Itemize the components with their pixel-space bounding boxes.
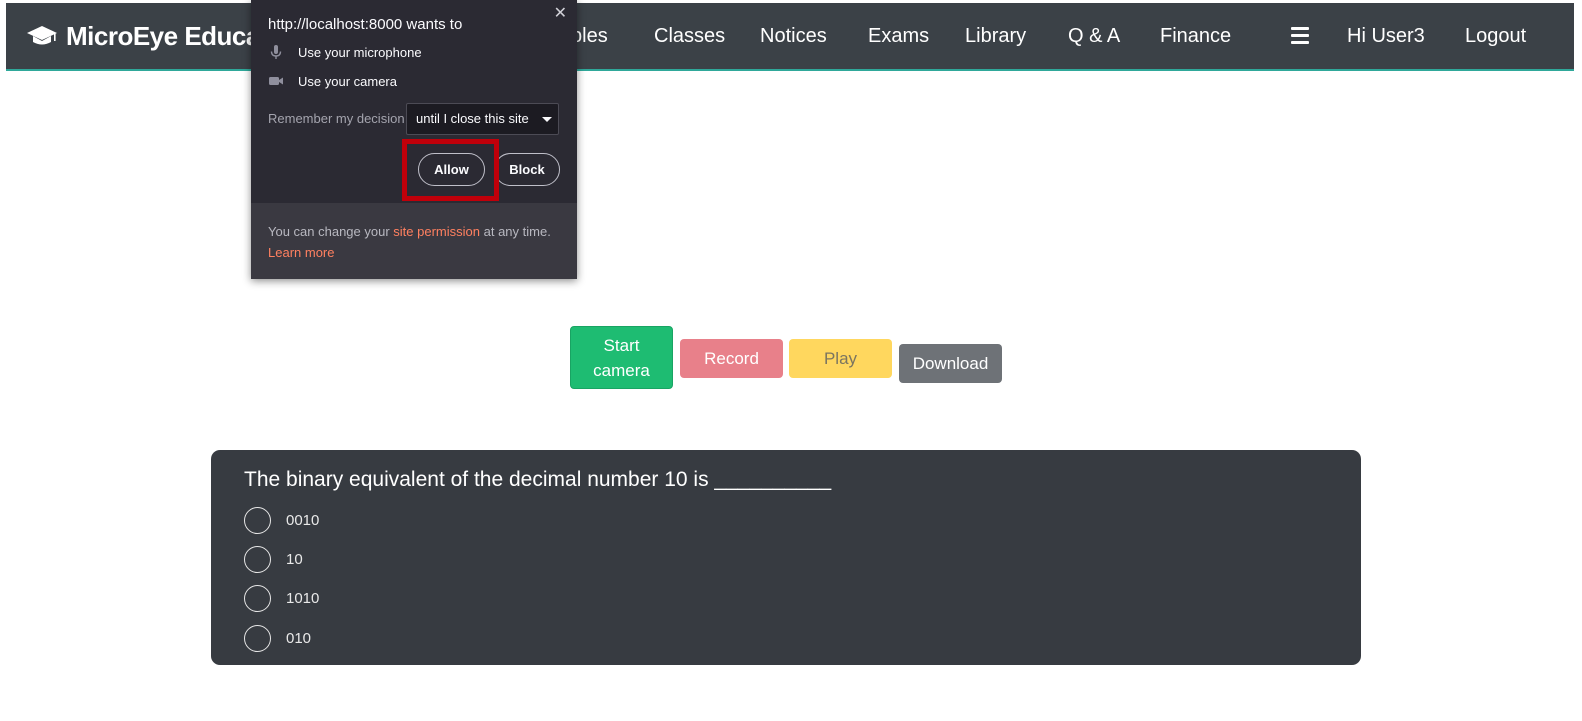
graduation-cap-icon (27, 26, 57, 45)
question-text: The binary equivalent of the decimal num… (244, 468, 832, 491)
nav-link-classes[interactable]: Classes (654, 3, 725, 69)
video-camera-icon (269, 77, 283, 85)
nav-link-notices[interactable]: Notices (760, 3, 827, 69)
camera-permission-row: Use your camera (268, 73, 397, 89)
footer-text-prefix: You can change your (268, 224, 394, 239)
start-camera-label-line1: Start (603, 335, 640, 355)
block-button[interactable]: Block (494, 153, 560, 186)
top-navbar: MicroEye Educat bles Classes Notices Exa… (6, 3, 1574, 71)
site-permission-link[interactable]: site permission (393, 224, 480, 239)
start-camera-button[interactable]: Start camera (570, 326, 673, 389)
answer-option-4[interactable]: 010 (244, 625, 311, 652)
answer-option-label: 010 (286, 630, 312, 647)
answer-option-label: 1010 (286, 590, 320, 607)
camera-label: Use your camera (298, 73, 397, 89)
answer-option-label: 10 (286, 551, 303, 568)
remember-decision-label: Remember my decision (268, 111, 405, 126)
allow-highlight-box (402, 139, 499, 201)
microphone-label: Use your microphone (298, 44, 422, 60)
record-button[interactable]: Record (680, 339, 783, 378)
microphone-permission-row: Use your microphone (268, 44, 422, 60)
chevron-down-icon (542, 117, 552, 122)
footer-text-suffix: at any time. (480, 224, 551, 239)
learn-more-link[interactable]: Learn more (268, 245, 334, 260)
close-icon[interactable]: ✕ (554, 3, 567, 23)
radio-button[interactable] (244, 585, 271, 612)
popup-title: http://localhost:8000 wants to (268, 16, 463, 33)
answer-option-label: 0010 (286, 512, 320, 529)
answer-option-2[interactable]: 10 (244, 546, 303, 573)
user-greeting[interactable]: Hi User3 (1347, 3, 1425, 69)
radio-button[interactable] (244, 546, 271, 573)
question-card: The binary equivalent of the decimal num… (211, 450, 1361, 665)
logout-link[interactable]: Logout (1465, 3, 1526, 69)
brand-logo[interactable]: MicroEye Educat (26, 3, 269, 69)
nav-link-library[interactable]: Library (965, 3, 1026, 69)
microphone-icon (270, 45, 282, 59)
nav-link-exams[interactable]: Exams (868, 3, 929, 69)
popup-footer: You can change your site permission at a… (251, 203, 577, 279)
radio-button[interactable] (244, 625, 271, 652)
answer-option-3[interactable]: 1010 (244, 585, 319, 612)
play-button[interactable]: Play (789, 339, 892, 378)
remember-decision-select[interactable]: until I close this site (406, 103, 559, 135)
nav-link-qa[interactable]: Q & A (1068, 3, 1120, 69)
brand-name: MicroEye Educat (66, 20, 269, 51)
answer-option-1[interactable]: 0010 (244, 507, 319, 534)
start-camera-label-line2: camera (593, 360, 650, 380)
remember-decision-value: until I close this site (416, 111, 529, 126)
radio-button[interactable] (244, 507, 271, 534)
menu-icon[interactable] (1291, 27, 1309, 44)
download-button[interactable]: Download (899, 344, 1002, 383)
nav-link-finance[interactable]: Finance (1160, 3, 1231, 69)
